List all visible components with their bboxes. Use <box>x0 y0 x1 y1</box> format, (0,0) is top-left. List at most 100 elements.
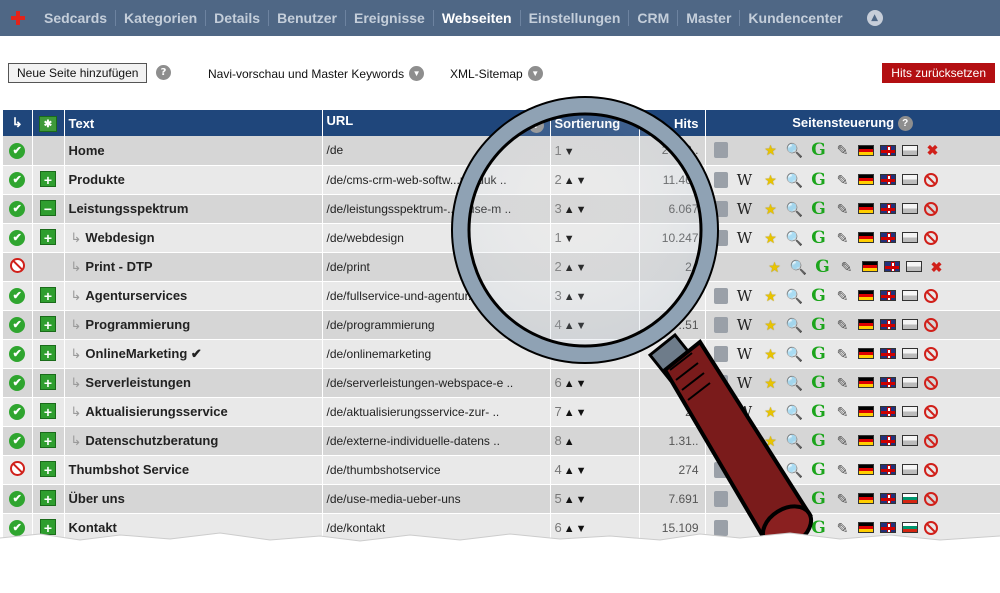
edit-pencil-icon[interactable]: ✎ <box>834 345 852 363</box>
page-url[interactable]: /de/externe-individuelle-datens .. <box>322 426 551 456</box>
status-active-icon[interactable]: ✔ <box>9 230 26 246</box>
flag-third-language-icon[interactable] <box>901 290 918 301</box>
edit-pencil-icon[interactable]: ✎ <box>834 287 852 305</box>
add-page-button[interactable]: Neue Seite hinzufügen <box>8 63 148 83</box>
sort-cell[interactable]: 2 ▲▼ <box>550 252 640 282</box>
nav-item-details[interactable]: Details <box>205 10 268 26</box>
star-icon[interactable]: ★ <box>762 171 780 189</box>
status-active-icon[interactable]: ✔ <box>9 317 26 333</box>
flag-uk-icon[interactable] <box>879 377 896 388</box>
table-row[interactable]: ✔ + ↳ Programmierung/de/programmierung 4 ▲▼..… <box>3 310 1000 340</box>
google-icon[interactable]: G <box>810 490 828 508</box>
star-icon[interactable]: ★ <box>762 316 780 334</box>
sort-cell[interactable]: 8 ▲ <box>550 426 640 456</box>
star-icon[interactable]: ★ <box>762 200 780 218</box>
status-cell[interactable]: ✔ <box>3 368 33 398</box>
controls-help-icon[interactable]: ? <box>897 116 913 132</box>
sort-arrows[interactable]: ▲ <box>564 436 576 448</box>
sort-arrows[interactable]: ▲▼ <box>564 407 588 419</box>
flag-third-language-icon[interactable] <box>901 144 918 156</box>
status-active-icon[interactable]: ✔ <box>9 404 26 420</box>
page-title[interactable]: Programmierung <box>85 317 190 332</box>
status-active-icon[interactable]: ✔ <box>9 142 26 159</box>
tree-cell[interactable]: + <box>32 223 65 253</box>
flag-third-language-icon[interactable] <box>901 493 918 504</box>
flag-de-icon[interactable] <box>857 406 874 417</box>
page-url[interactable]: /de/fullservice-und-agentur... <box>322 281 551 311</box>
flag-third-language-icon[interactable] <box>901 232 918 243</box>
expand-all-icon[interactable]: ✱ <box>39 115 57 132</box>
search-icon[interactable]: 🔍 <box>786 229 804 247</box>
search-icon[interactable]: 🔍 <box>786 200 804 218</box>
status-cell[interactable]: ✔ <box>3 136 33 166</box>
status-cell[interactable]: ✔ <box>3 426 33 456</box>
nav-item-benutzer[interactable]: Benutzer <box>268 10 345 26</box>
wiki-icon[interactable]: W <box>736 345 754 363</box>
star-icon[interactable]: ★ <box>762 374 780 392</box>
disable-icon[interactable] <box>923 317 938 332</box>
page-title-cell[interactable]: Über uns <box>64 484 323 514</box>
disable-icon[interactable] <box>923 346 938 361</box>
column-header-url[interactable]: URL? <box>322 110 551 136</box>
page-title-cell[interactable]: ↳ Datenschutzberatung <box>64 426 323 456</box>
tree-cell[interactable]: + <box>32 397 65 427</box>
flag-de-icon[interactable] <box>861 261 878 272</box>
sort-arrows[interactable]: ▲▼ <box>564 465 588 477</box>
table-row[interactable]: + Thumbshot Service/de/thumbshotservice 4 ▲… <box>3 455 1000 485</box>
flag-third-language-icon[interactable] <box>901 406 918 417</box>
search-icon[interactable]: 🔍 <box>786 374 804 392</box>
google-icon[interactable]: G <box>810 461 828 479</box>
page-title[interactable]: Datenschutzberatung <box>85 433 218 448</box>
wiki-icon[interactable]: W <box>736 287 754 305</box>
flag-uk-icon[interactable] <box>879 290 896 301</box>
status-cell[interactable] <box>3 455 33 485</box>
page-title[interactable]: Print - DTP <box>85 259 152 274</box>
status-cell[interactable]: ✔ <box>3 397 33 427</box>
google-icon[interactable]: G <box>810 229 828 247</box>
flag-de-icon[interactable] <box>857 493 874 504</box>
sort-cell[interactable]: 1 ▼ <box>550 223 640 253</box>
edit-pencil-icon[interactable]: ✎ <box>834 316 852 334</box>
page-title-cell[interactable]: Leistungsspektrum <box>64 194 323 224</box>
status-cell[interactable]: ✔ <box>3 223 33 253</box>
status-cell[interactable]: ✔ <box>3 194 33 224</box>
flag-uk-icon[interactable] <box>883 261 900 272</box>
status-inactive-icon[interactable] <box>9 257 25 273</box>
flag-de-icon[interactable] <box>857 377 874 388</box>
page-url[interactable]: /de <box>322 136 551 166</box>
wiki-icon[interactable]: W <box>736 316 754 334</box>
page-template-icon[interactable] <box>713 142 728 159</box>
status-active-icon[interactable]: ✔ <box>9 433 26 449</box>
status-active-icon[interactable]: ✔ <box>9 375 26 391</box>
tree-cell[interactable]: + <box>32 165 65 195</box>
tree-toggle-icon[interactable]: + <box>40 403 56 420</box>
status-cell[interactable]: ✔ <box>3 484 33 514</box>
edit-pencil-icon[interactable]: ✎ <box>834 171 852 189</box>
edit-pencil-icon[interactable]: ✎ <box>834 490 852 508</box>
sort-cell[interactable]: 6 ▲▼ <box>550 368 640 398</box>
page-title-cell[interactable]: ↳ Agenturservices <box>64 281 323 311</box>
page-title-cell[interactable]: ↳ OnlineMarketing ✔ <box>64 339 323 369</box>
page-title[interactable]: Webdesign <box>85 230 154 245</box>
tree-toggle-icon[interactable]: + <box>40 432 56 449</box>
sort-cell[interactable]: 4 ▲▼ <box>550 310 640 340</box>
status-active-icon[interactable]: ✔ <box>9 346 26 362</box>
flag-de-icon[interactable] <box>857 203 874 214</box>
page-title-cell[interactable]: ↳ Webdesign <box>64 223 323 253</box>
page-template-icon[interactable] <box>713 461 728 478</box>
google-icon[interactable]: G <box>810 287 828 305</box>
table-row[interactable]: ↳ Print - DTP/de/print 2 ▲▼ 2.. ★ 🔍 G ✎ ✖ <box>3 252 1000 282</box>
search-icon[interactable]: 🔍 <box>786 287 804 305</box>
page-title-cell[interactable]: ↳ Print - DTP <box>64 252 323 282</box>
delete-icon[interactable]: ✖ <box>924 141 942 159</box>
tree-toggle-icon[interactable]: − <box>40 200 56 217</box>
star-icon[interactable]: ★ <box>762 432 780 450</box>
flag-uk-icon[interactable] <box>879 348 896 359</box>
edit-pencil-icon[interactable]: ✎ <box>838 258 856 276</box>
flag-de-icon[interactable] <box>857 435 874 446</box>
status-active-icon[interactable]: ✔ <box>9 172 26 188</box>
flag-uk-icon[interactable] <box>879 406 896 417</box>
search-icon[interactable]: 🔍 <box>786 403 804 421</box>
google-icon[interactable]: G <box>810 345 828 363</box>
sort-arrows[interactable]: ▲▼ <box>564 291 588 303</box>
